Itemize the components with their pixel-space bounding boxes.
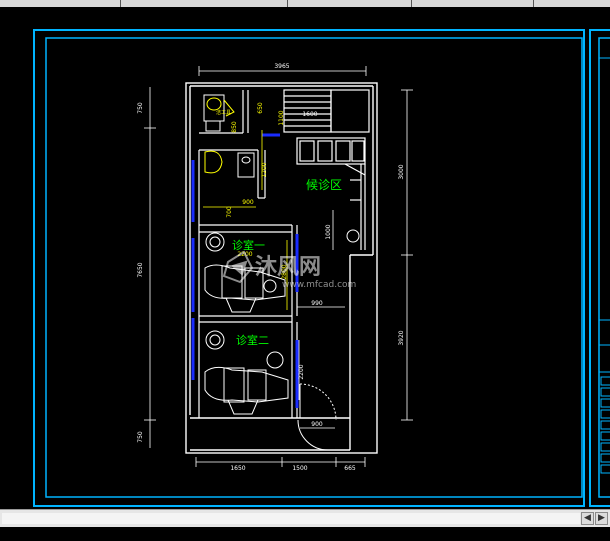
dim-top-text: 3965 [274,63,289,70]
dim-right-lower-text: 3920 [398,330,405,345]
dim-1100-text: 1100 [278,110,285,125]
dim-990-text: 990 [311,300,323,307]
watermark-brand: 沐风网 [255,255,321,280]
status-area [0,527,610,541]
cad-drawing-canvas[interactable]: 3965 7650 750 750 3000 3920 1650 1500 66… [0,7,610,509]
dim-right-upper-text: 3000 [398,164,405,179]
dim-900a-text: 900 [242,199,254,206]
dim-2200-text: 2200 [298,364,305,379]
room-label-clinic-2: 诊室二 [236,333,269,347]
horizontal-scrollbar[interactable]: ◀ ▶ [0,509,610,527]
room-label-waiting: 候诊区 [306,178,342,192]
scrollbar-track[interactable] [2,513,580,524]
dim-left-bottom-text: 750 [137,431,144,443]
small-room-label: 洁工具 [216,109,231,116]
scroll-left-arrow-icon[interactable]: ◀ [581,512,594,525]
dim-1600-text: 1600 [302,111,317,118]
room-label-clinic-1: 诊室一 [232,238,265,252]
dim-1200-text: 1200 [261,162,268,177]
dim-1000-text: 1000 [325,224,332,239]
title-block [599,57,610,474]
toolbar-divider [533,0,534,7]
toolbar-divider [120,0,121,7]
watermark-url: www.mfcad.com [282,280,356,290]
scroll-right-arrow-icon[interactable]: ▶ [595,512,608,525]
dim-bottom-right-text: 665 [344,465,356,472]
dim-left-total-text: 7650 [137,262,144,277]
dim-bottom-mid-text: 1500 [292,465,307,472]
dim-bottom-left-text: 1650 [230,465,245,472]
dim-650-text: 650 [257,102,264,114]
dim-left-top-text: 750 [137,102,144,114]
dim-850-text: 850 [231,121,238,133]
dimension-labels-yellow: 1100 650 850 1200 900 700 2800 2200 洁工具 [216,102,288,280]
dim-700-text: 700 [226,206,233,218]
dim-900b-text: 900 [311,421,323,428]
toolbar-divider [411,0,412,7]
cad-drawing-svg: 3965 7650 750 750 3000 3920 1650 1500 66… [33,29,610,507]
toolbar-divider [287,0,288,7]
